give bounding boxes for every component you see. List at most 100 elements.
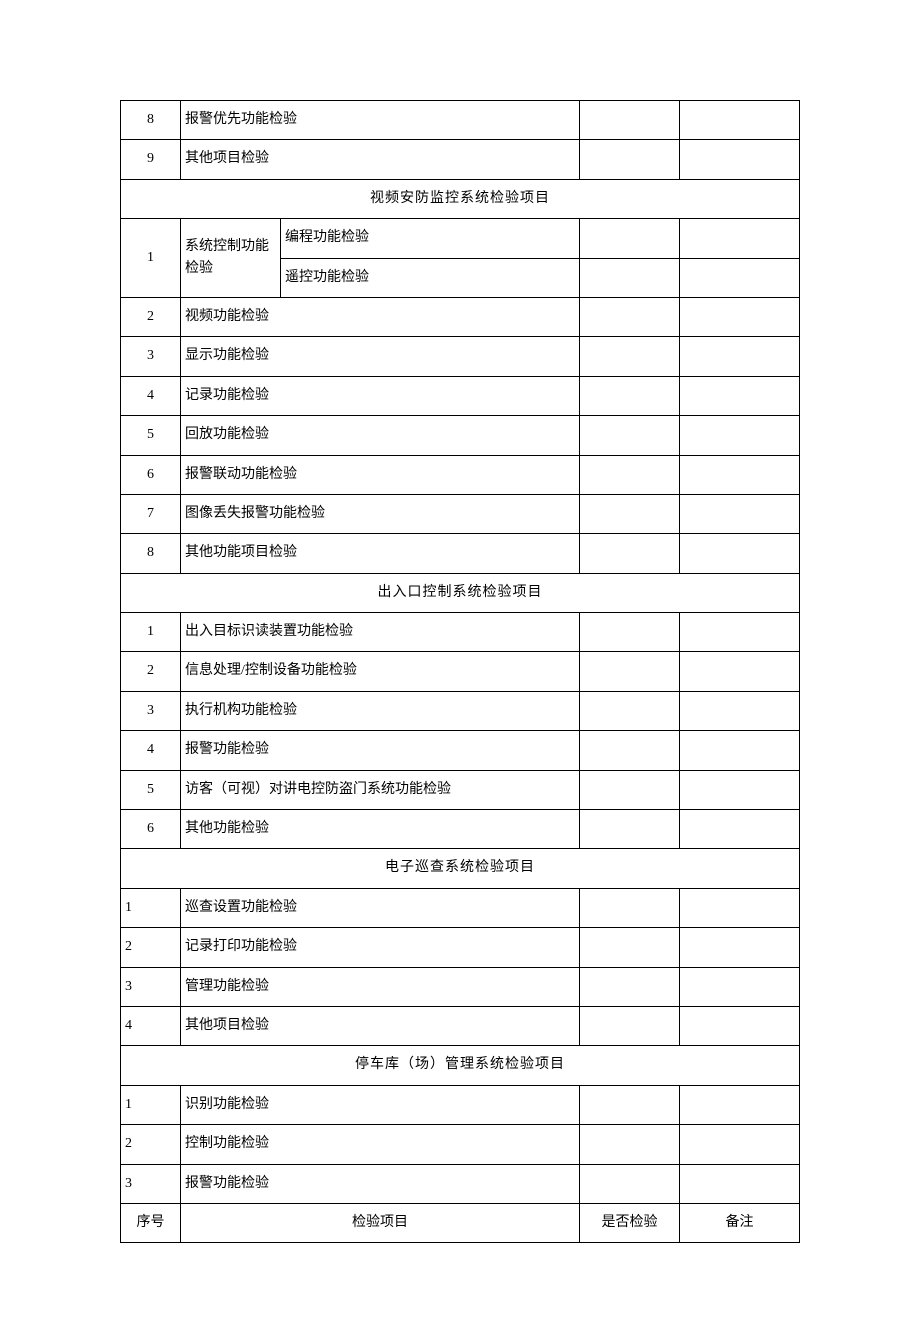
- row-check: [580, 258, 680, 297]
- row-num: 2: [121, 928, 181, 967]
- row-name: 管理功能检验: [181, 967, 580, 1006]
- row-check: [580, 731, 680, 770]
- row-remark: [680, 337, 800, 376]
- row-num: 1: [121, 888, 181, 927]
- table-row: 1 出入目标识读装置功能检验: [121, 613, 800, 652]
- row-num: 3: [121, 1164, 181, 1203]
- section-title: 电子巡查系统检验项目: [121, 849, 800, 888]
- col-header-remark: 备注: [680, 1203, 800, 1242]
- table-row: 3 管理功能检验: [121, 967, 800, 1006]
- row-remark: [680, 613, 800, 652]
- row-name: 其他项目检验: [181, 140, 580, 179]
- table-row: 1 系统控制功能检验 编程功能检验: [121, 219, 800, 258]
- row-check: [580, 810, 680, 849]
- section-header-access: 出入口控制系统检验项目: [121, 573, 800, 612]
- row-check: [580, 1006, 680, 1045]
- row-num: 4: [121, 731, 181, 770]
- row-name: 识别功能检验: [181, 1085, 580, 1124]
- row-remark: [680, 1085, 800, 1124]
- row-check: [580, 928, 680, 967]
- row-check: [580, 691, 680, 730]
- row-name: 视频功能检验: [181, 297, 580, 336]
- table-row: 5 访客（可视）对讲电控防盗门系统功能检验: [121, 770, 800, 809]
- row-num: 3: [121, 337, 181, 376]
- row-num: 1: [121, 1085, 181, 1124]
- section-header-patrol: 电子巡查系统检验项目: [121, 849, 800, 888]
- row-num: 6: [121, 455, 181, 494]
- row-num: 6: [121, 810, 181, 849]
- row-name: 报警功能检验: [181, 1164, 580, 1203]
- row-remark: [680, 376, 800, 415]
- row-num: 4: [121, 376, 181, 415]
- row-name: 回放功能检验: [181, 416, 580, 455]
- row-check: [580, 888, 680, 927]
- row-remark: [680, 455, 800, 494]
- table-row: 4 记录功能检验: [121, 376, 800, 415]
- row-remark: [680, 140, 800, 179]
- table-row: 9 其他项目检验: [121, 140, 800, 179]
- row-remark: [680, 731, 800, 770]
- row-remark: [680, 1125, 800, 1164]
- section-header-video: 视频安防监控系统检验项目: [121, 179, 800, 218]
- table-row: 3 报警功能检验: [121, 1164, 800, 1203]
- row-check: [580, 337, 680, 376]
- section-title: 视频安防监控系统检验项目: [121, 179, 800, 218]
- row-check: [580, 1085, 680, 1124]
- row-remark: [680, 652, 800, 691]
- row-remark: [680, 691, 800, 730]
- row-name: 报警功能检验: [181, 731, 580, 770]
- col-header-check: 是否检验: [580, 1203, 680, 1242]
- row-name: 记录打印功能检验: [181, 928, 580, 967]
- row-check: [580, 297, 680, 336]
- row-num: 1: [121, 219, 181, 298]
- section-title: 出入口控制系统检验项目: [121, 573, 800, 612]
- row-num: 2: [121, 297, 181, 336]
- row-remark: [680, 534, 800, 573]
- row-remark: [680, 1164, 800, 1203]
- row-check: [580, 455, 680, 494]
- row-name: 显示功能检验: [181, 337, 580, 376]
- row-check: [580, 219, 680, 258]
- inspection-table: 8 报警优先功能检验 9 其他项目检验 视频安防监控系统检验项目 1 系统控制功…: [120, 100, 800, 1243]
- row-check: [580, 376, 680, 415]
- row-group: 系统控制功能检验: [181, 219, 281, 298]
- row-num: 8: [121, 101, 181, 140]
- row-check: [580, 652, 680, 691]
- table-row: 3 执行机构功能检验: [121, 691, 800, 730]
- section-title: 停车库（场）管理系统检验项目: [121, 1046, 800, 1085]
- footer-header-row: 序号 检验项目 是否检验 备注: [121, 1203, 800, 1242]
- row-check: [580, 416, 680, 455]
- row-check: [580, 967, 680, 1006]
- row-num: 5: [121, 416, 181, 455]
- row-remark: [680, 810, 800, 849]
- table-row: 8 其他功能项目检验: [121, 534, 800, 573]
- row-check: [580, 770, 680, 809]
- row-name: 出入目标识读装置功能检验: [181, 613, 580, 652]
- col-header-item: 检验项目: [181, 1203, 580, 1242]
- row-remark: [680, 928, 800, 967]
- row-num: 2: [121, 652, 181, 691]
- row-name: 报警联动功能检验: [181, 455, 580, 494]
- row-num: 2: [121, 1125, 181, 1164]
- table-row: 4 其他项目检验: [121, 1006, 800, 1045]
- table-row: 1 识别功能检验: [121, 1085, 800, 1124]
- row-num: 1: [121, 613, 181, 652]
- row-name: 报警优先功能检验: [181, 101, 580, 140]
- row-remark: [680, 258, 800, 297]
- col-header-num: 序号: [121, 1203, 181, 1242]
- row-remark: [680, 1006, 800, 1045]
- table-row: 2 控制功能检验: [121, 1125, 800, 1164]
- row-num: 5: [121, 770, 181, 809]
- row-name: 其他功能检验: [181, 810, 580, 849]
- table-row: 5 回放功能检验: [121, 416, 800, 455]
- row-name: 巡查设置功能检验: [181, 888, 580, 927]
- row-name: 信息处理/控制设备功能检验: [181, 652, 580, 691]
- row-name: 其他功能项目检验: [181, 534, 580, 573]
- row-sub: 遥控功能检验: [281, 258, 580, 297]
- row-num: 8: [121, 534, 181, 573]
- row-remark: [680, 770, 800, 809]
- table-row: 3 显示功能检验: [121, 337, 800, 376]
- row-check: [580, 1125, 680, 1164]
- row-num: 9: [121, 140, 181, 179]
- row-check: [580, 613, 680, 652]
